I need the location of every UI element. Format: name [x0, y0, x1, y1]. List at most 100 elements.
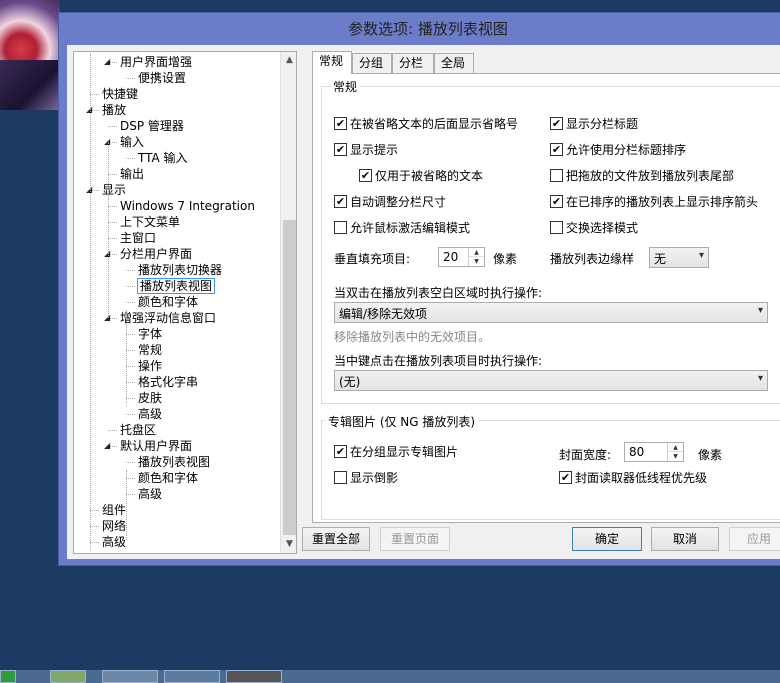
- apply-button[interactable]: 应用: [729, 527, 780, 551]
- tree-scrollbar[interactable]: ▲ ▼: [280, 52, 296, 553]
- tree-item[interactable]: DSP 管理器: [120, 118, 184, 134]
- checkbox-icon[interactable]: [334, 195, 347, 208]
- tree-item[interactable]: 播放: [102, 102, 126, 118]
- tree-expand-arrow-icon[interactable]: ◢: [104, 441, 110, 450]
- tree-item[interactable]: 便携设置: [138, 70, 186, 86]
- tree-connector: [126, 494, 135, 495]
- spin-up-icon[interactable]: ▲: [668, 443, 683, 452]
- checkbox-icon[interactable]: [550, 195, 563, 208]
- middle-click-action-select[interactable]: (无) ▾: [334, 370, 768, 391]
- start-orb-icon[interactable]: [0, 670, 16, 683]
- checkbox-swap-selection-mode[interactable]: 交换选择模式: [550, 220, 638, 236]
- tree-item[interactable]: 分栏用户界面: [120, 246, 192, 262]
- checkbox-drop-to-end[interactable]: 把拖放的文件放到播放列表尾部: [550, 168, 734, 184]
- taskbar-app-icon[interactable]: [226, 670, 282, 683]
- tree-item[interactable]: 增强浮动信息窗口: [120, 310, 216, 326]
- checkbox-icon[interactable]: [550, 143, 563, 156]
- checkbox-show-artwork-in-group[interactable]: 在分组显示专辑图片: [334, 444, 458, 460]
- tree-item[interactable]: 高级: [102, 534, 126, 550]
- checkbox-icon[interactable]: [550, 169, 563, 182]
- checkbox-icon[interactable]: [559, 471, 572, 484]
- tree-guide-line: [126, 470, 127, 540]
- tab-grouping[interactable]: 分组: [352, 53, 392, 73]
- tree-connector: [108, 238, 117, 239]
- checkbox-show-ellipsis[interactable]: 在被省略文本的后面显示省略号: [334, 116, 518, 132]
- edge-style-select[interactable]: 无 ▾: [649, 247, 709, 268]
- artwork-width-spinner[interactable]: 80 ▲ ▼: [624, 442, 684, 462]
- checkbox-show-sort-arrow[interactable]: 在已排序的播放列表上显示排序箭头: [550, 194, 758, 210]
- tree-item[interactable]: 播放列表视图: [138, 454, 210, 470]
- tab-columns[interactable]: 分栏: [392, 53, 434, 73]
- tree-item[interactable]: 输出: [120, 166, 144, 182]
- taskbar-app-icon[interactable]: [50, 670, 86, 683]
- checkbox-icon[interactable]: [359, 169, 372, 182]
- checkbox-auto-resize-columns[interactable]: 自动调整分栏尺寸: [334, 194, 446, 210]
- checkbox-icon[interactable]: [334, 117, 347, 130]
- checkbox-icon[interactable]: [334, 471, 347, 484]
- tree-item[interactable]: 常规: [138, 342, 162, 358]
- ok-button[interactable]: 确定: [572, 527, 642, 551]
- tree-item[interactable]: 颜色和字体: [138, 470, 198, 486]
- tree-item-label: 高级: [102, 535, 127, 549]
- tree-item[interactable]: 高级: [138, 406, 162, 422]
- tree-item-label: 颜色和字体: [138, 295, 199, 309]
- tree-item[interactable]: 颜色和字体: [138, 294, 198, 310]
- spin-down-icon[interactable]: ▼: [668, 452, 683, 461]
- taskbar-app-icon[interactable]: [164, 670, 220, 683]
- tree-scroll-thumb[interactable]: [283, 220, 296, 535]
- tree-item-label: 显示: [102, 183, 127, 197]
- tree-item[interactable]: 网络: [102, 518, 126, 534]
- tree-item[interactable]: 字体: [138, 326, 162, 342]
- scroll-up-icon[interactable]: ▲: [281, 52, 296, 69]
- tree-guide-line: [90, 54, 91, 550]
- checkbox-artwork-low-priority[interactable]: 封面读取器低线程优先级: [559, 470, 707, 486]
- reset-all-button[interactable]: 重置全部: [302, 527, 370, 551]
- checkbox-mouse-edit-mode[interactable]: 允许鼠标激活编辑模式: [334, 220, 470, 236]
- tree-item[interactable]: 托盘区: [120, 422, 156, 438]
- tree-item[interactable]: Windows 7 Integration: [120, 198, 255, 214]
- tab-global[interactable]: 全局: [434, 53, 474, 73]
- tree-item-label: 上下文菜单: [120, 215, 181, 229]
- tree-item[interactable]: 快捷键: [102, 86, 138, 102]
- tree-item[interactable]: TTA 输入: [138, 150, 188, 166]
- tree-item[interactable]: 高级: [138, 486, 162, 502]
- tree-item[interactable]: 组件: [102, 502, 126, 518]
- tree-item[interactable]: 显示: [102, 182, 126, 198]
- tree-connector: [126, 350, 135, 351]
- double-click-action-label: 当双击在播放列表空白区域时执行操作:: [334, 286, 543, 300]
- tree-connector: [90, 526, 99, 527]
- double-click-action-select[interactable]: 编辑/移除无效项 ▾: [334, 302, 768, 323]
- checkbox-show-reflection[interactable]: 显示倒影: [334, 470, 398, 486]
- tree-expand-arrow-icon[interactable]: ◢: [104, 57, 110, 66]
- tree-item[interactable]: 格式化字串: [138, 374, 198, 390]
- checkbox-icon[interactable]: [550, 221, 563, 234]
- tree-item[interactable]: 输入: [120, 134, 144, 150]
- checkbox-tooltips-truncated-only[interactable]: 仅用于被省略的文本: [359, 168, 483, 184]
- checkbox-show-column-titles[interactable]: 显示分栏标题: [550, 116, 638, 132]
- checkbox-icon[interactable]: [334, 445, 347, 458]
- spin-up-icon[interactable]: ▲: [469, 248, 484, 257]
- checkbox-icon[interactable]: [334, 221, 347, 234]
- taskbar-app-icon[interactable]: [102, 670, 158, 683]
- preferences-tree[interactable]: ◢ 用户界面增强 便携设置 快捷键 ◢ 播放 DSP 管理器 ◢ 输入 TTA 输入 输出 ◢ 显示 Wi…: [73, 51, 297, 554]
- tree-item[interactable]: 上下文菜单: [120, 214, 180, 230]
- tree-item[interactable]: 主窗口: [120, 230, 156, 246]
- checkbox-show-tooltips[interactable]: 显示提示: [334, 142, 398, 158]
- tree-item[interactable]: 皮肤: [138, 390, 162, 406]
- tree-guide-line: [108, 142, 109, 318]
- scroll-down-icon[interactable]: ▼: [281, 536, 296, 553]
- checkbox-sort-by-column-title[interactable]: 允许使用分栏标题排序: [550, 142, 686, 158]
- tab-general[interactable]: 常规: [312, 51, 352, 74]
- spin-down-icon[interactable]: ▼: [469, 257, 484, 266]
- cancel-button[interactable]: 取消: [651, 527, 719, 551]
- tree-item[interactable]: 播放列表视图: [136, 278, 216, 294]
- reset-page-button[interactable]: 重置页面: [380, 527, 450, 551]
- tree-item[interactable]: 播放列表切换器: [138, 262, 222, 278]
- checkbox-icon[interactable]: [550, 117, 563, 130]
- tree-item[interactable]: 默认用户界面: [120, 438, 192, 454]
- tree-item[interactable]: 操作: [138, 358, 162, 374]
- vertical-padding-spinner[interactable]: 20 ▲ ▼: [438, 247, 485, 267]
- tree-item[interactable]: 用户界面增强: [120, 54, 192, 70]
- checkbox-icon[interactable]: [334, 143, 347, 156]
- general-group-title: 常规: [330, 78, 361, 95]
